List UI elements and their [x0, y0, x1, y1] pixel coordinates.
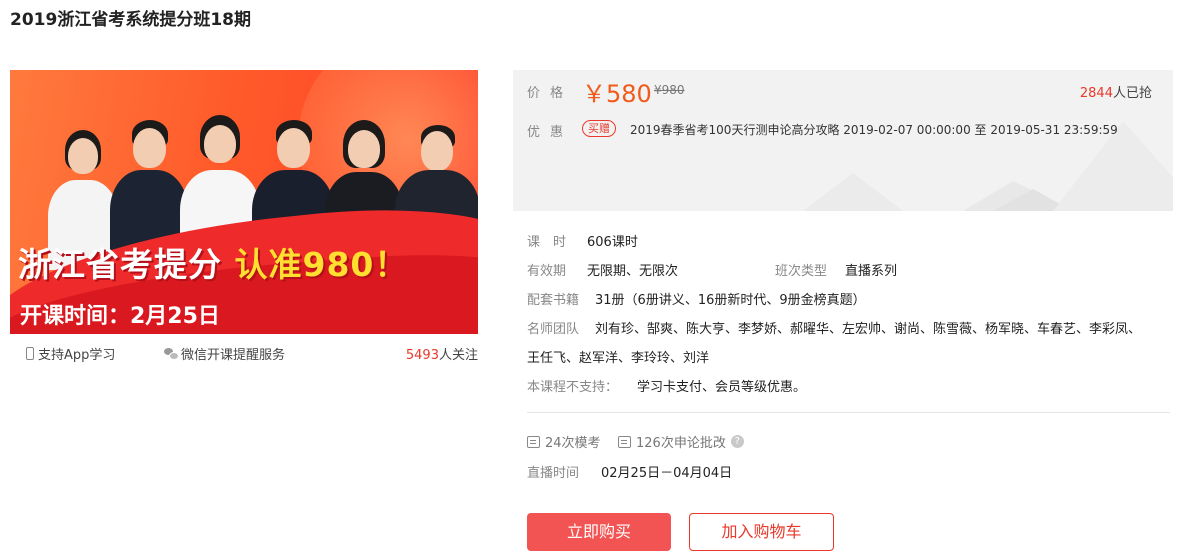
teachers-row: 名师团队 刘有珍、郜爽、陈大亨、李梦娇、郝曜华、左宏帅、谢尚、陈雪薇、杨军晓、车春…	[527, 318, 1141, 337]
course-hours-value: 606课时	[587, 235, 638, 250]
course-hours-label: 课 时	[527, 235, 567, 250]
follow-suffix: 人关注	[438, 348, 478, 363]
unsupported-value: 学习卡支付、会员等级优惠。	[637, 380, 807, 395]
original-price: ¥980	[654, 83, 685, 97]
buyers-count: 2844人已抢	[1079, 86, 1152, 101]
banner-headline: 浙江省考提分 认准980！	[18, 245, 409, 284]
app-support: 支持App学习	[26, 344, 115, 363]
page-title: 2019浙江省考系统提分班18期	[10, 10, 251, 30]
books-value: 31册（6册讲义、16册新时代、9册金榜真题）	[595, 293, 866, 308]
unsupported-row: 本课程不支持： 学习卡支付、会员等级优惠。	[527, 376, 806, 395]
phone-icon	[26, 347, 34, 360]
mock-exam-label: 24次模考	[545, 436, 601, 451]
follow-count: 5493人关注	[406, 344, 478, 363]
validity-label: 有效期	[527, 264, 567, 279]
wechat-icon	[164, 348, 179, 360]
buy-now-button[interactable]: 立即购买	[527, 513, 671, 551]
course-banner[interactable]: 浙江省考提分 认准980！ 开课时间：2月25日	[10, 70, 478, 334]
app-support-label: 支持App学习	[38, 348, 116, 363]
unsupported-label: 本课程不支持：	[527, 380, 619, 395]
teachers-label: 名师团队	[527, 322, 580, 337]
price-panel: 价格 ￥580 ¥980 2844人已抢 优惠 买赠 2019春季省考100天行…	[513, 70, 1173, 211]
add-to-cart-button[interactable]: 加入购物车	[689, 513, 834, 551]
class-type-row: 班次类型 直播系列	[775, 260, 897, 279]
banner-start-date: 开课时间：2月25日	[20, 304, 220, 329]
promo-text: 2019春季省考100天行测申论高分攻略 2019-02-07 00:00:00…	[630, 123, 1118, 137]
live-time-value: 02月25日－04月04日	[601, 466, 733, 481]
class-type-label: 班次类型	[775, 264, 828, 279]
mountain-decoration	[803, 173, 903, 211]
mock-exam-service: 24次模考	[527, 432, 601, 451]
teachers-row-continued: 王任飞、赵军洋、李玲玲、刘洋	[527, 347, 709, 366]
section-divider	[527, 412, 1170, 413]
promo-label: 优惠	[527, 125, 574, 140]
validity-value: 无限期、无限次	[587, 264, 679, 279]
essay-review-service: 126次申论批改 ?	[618, 432, 744, 451]
live-time-label: 直播时间	[527, 466, 580, 481]
class-type-value: 直播系列	[845, 264, 898, 279]
books-row: 配套书籍 31册（6册讲义、16册新时代、9册金榜真题）	[527, 289, 866, 308]
books-label: 配套书籍	[527, 293, 580, 308]
price-label: 价格	[527, 86, 574, 101]
promo-badge: 买赠	[582, 120, 616, 137]
essay-review-label: 126次申论批改	[636, 436, 726, 451]
live-time-row: 直播时间 02月25日－04月04日	[527, 462, 732, 481]
wechat-reminder-label: 微信开课提醒服务	[181, 348, 286, 363]
validity-row: 有效期 无限期、无限次	[527, 260, 678, 279]
feature-row: 支持App学习 微信开课提醒服务 5493人关注	[26, 344, 478, 364]
monitor-icon	[527, 435, 540, 448]
wechat-reminder: 微信开课提醒服务	[164, 344, 285, 363]
current-price: ￥580	[582, 80, 652, 108]
course-hours-row: 课 时 606课时	[527, 231, 638, 250]
teachers-list: 刘有珍、郜爽、陈大亨、李梦娇、郝曜华、左宏帅、谢尚、陈雪薇、杨军晓、车春艺、李彩…	[595, 322, 1142, 337]
edit-document-icon	[618, 435, 631, 448]
teachers-list-continued: 王任飞、赵军洋、李玲玲、刘洋	[527, 351, 710, 366]
help-icon[interactable]: ?	[730, 435, 744, 448]
follow-number: 5493	[405, 348, 439, 363]
